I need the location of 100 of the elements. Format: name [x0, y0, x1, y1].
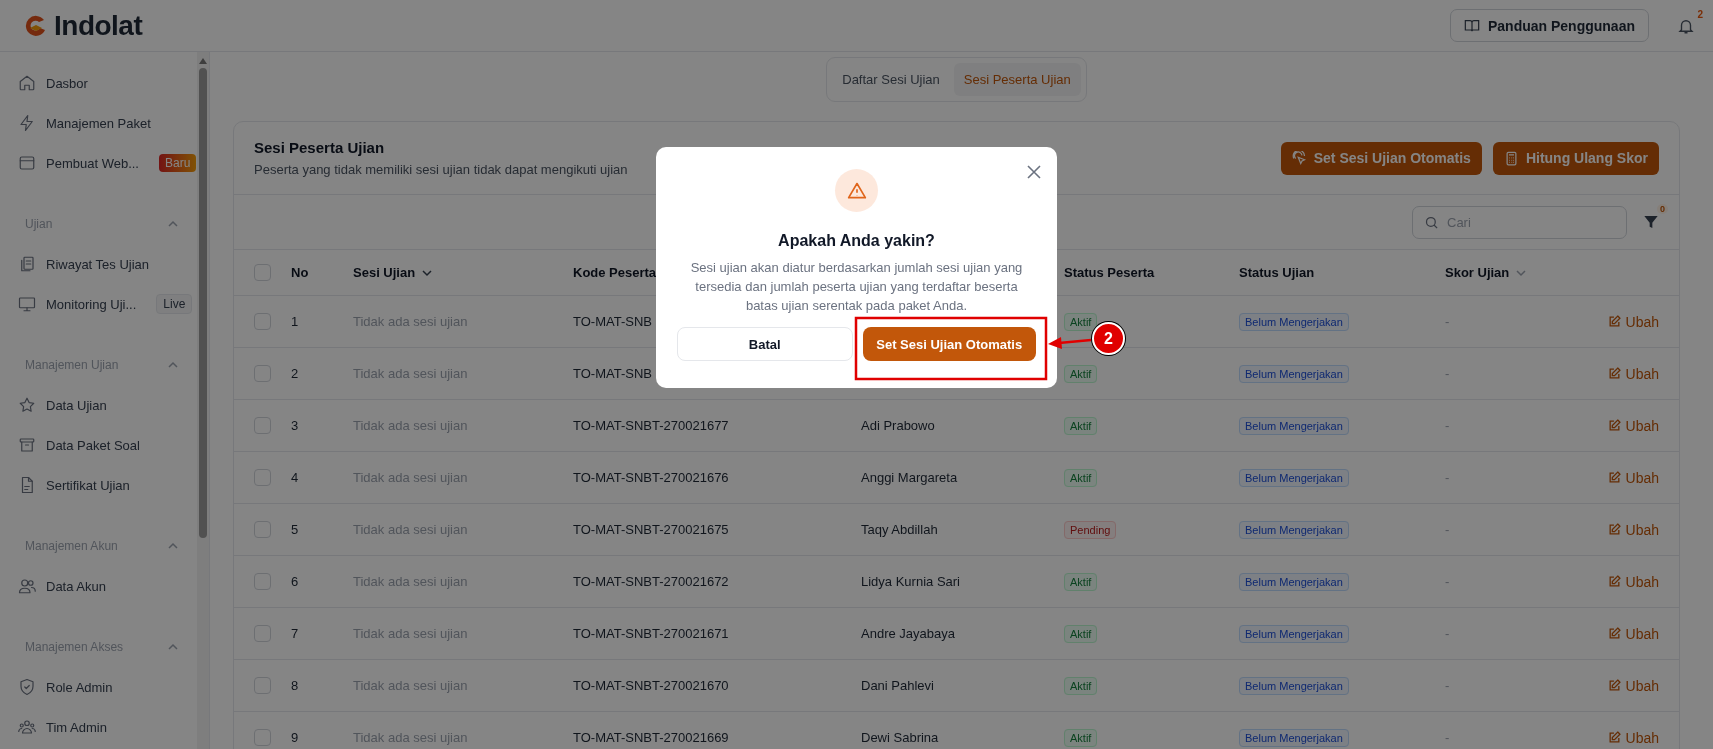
filter-icon[interactable]	[1643, 214, 1659, 230]
table-cell: Dewi Sabrina	[861, 730, 939, 745]
archive-box-icon	[18, 436, 36, 454]
status-badge: Aktif	[1064, 573, 1098, 591]
close-icon[interactable]	[1027, 165, 1041, 179]
table-cell: TO-MAT-SNBT-270021670	[573, 678, 729, 693]
edit-icon	[1607, 731, 1621, 744]
notification-count: 2	[1697, 8, 1703, 20]
edit-link[interactable]: Ubah	[1607, 313, 1659, 330]
select-all-checkbox[interactable]	[254, 264, 271, 282]
table-cell: Dani Pahlevi	[861, 678, 934, 693]
tab[interactable]: Daftar Sesi Ujian	[832, 63, 950, 96]
table-cell: 9	[291, 730, 299, 745]
edit-link[interactable]: Ubah	[1607, 521, 1659, 538]
calculator-icon	[1503, 150, 1519, 166]
table-cell: TO-MAT-SNBT-270021677	[573, 418, 729, 433]
row-checkbox[interactable]	[254, 521, 271, 539]
edit-link[interactable]: Ubah	[1607, 729, 1659, 746]
column-header[interactable]: Sesi Ujian	[353, 265, 416, 280]
table-cell: -	[1445, 470, 1450, 485]
guide-button[interactable]: Panduan Penggunaan	[1450, 9, 1649, 42]
sidebar-item[interactable]: Data Akun	[46, 578, 106, 594]
edit-icon	[1607, 315, 1621, 328]
edit-link[interactable]: Ubah	[1607, 365, 1659, 382]
status-badge: Belum Mengerjakan	[1239, 365, 1349, 383]
table-cell: 5	[291, 522, 299, 537]
scroll-up-icon[interactable]	[199, 58, 207, 64]
table-cell: -	[1445, 678, 1450, 693]
row-checkbox[interactable]	[254, 677, 271, 695]
cancel-button[interactable]: Batal	[677, 327, 853, 361]
logo-icon	[24, 13, 48, 38]
edit-icon	[1607, 627, 1621, 640]
table-cell: 8	[291, 678, 299, 693]
table-cell: Adi Prabowo	[861, 418, 935, 433]
sidebar-item[interactable]: Riwayat Tes Ujian	[46, 256, 150, 272]
status-badge: Aktif	[1064, 625, 1098, 643]
status-badge: Belum Mengerjakan	[1239, 573, 1349, 591]
tab[interactable]: Sesi Peserta Ujian	[953, 63, 1081, 96]
row-checkbox[interactable]	[254, 729, 271, 747]
sidebar-item[interactable]: Monitoring Uji...	[46, 296, 137, 312]
table-cell: -	[1445, 522, 1450, 537]
new-badge: Baru	[159, 154, 197, 172]
card-subtitle: Peserta yang tidak memiliki sesi ujian tidak dapat mengikuti ujian	[254, 162, 628, 177]
status-badge: Live	[156, 294, 193, 314]
table-cell: TO-MAT-SNB	[573, 314, 652, 329]
sidebar-item[interactable]: Pembuat Web...	[46, 155, 139, 171]
edit-link[interactable]: Ubah	[1607, 417, 1659, 434]
table-cell: TO-MAT-SNBT-270021676	[573, 470, 729, 485]
pointer-tap-icon	[1291, 150, 1307, 166]
team-icon	[18, 718, 36, 736]
row-checkbox[interactable]	[254, 625, 271, 643]
browser-window-icon	[18, 154, 36, 172]
table-cell: -	[1445, 574, 1450, 589]
sidebar-item[interactable]: Role Admin	[46, 679, 113, 695]
shield-check-icon	[18, 678, 36, 696]
table-cell: TO-MAT-SNBT-270021672	[573, 574, 729, 589]
row-checkbox[interactable]	[254, 469, 271, 487]
table-cell: Lidya Kurnia Sari	[861, 574, 960, 589]
table-cell: -	[1445, 366, 1450, 381]
row-checkbox[interactable]	[254, 417, 271, 435]
status-badge: Belum Mengerjakan	[1239, 313, 1349, 331]
star-icon	[18, 396, 36, 414]
logo-text: Indolat	[54, 9, 143, 42]
edit-link[interactable]: Ubah	[1607, 625, 1659, 642]
column-header: Status Ujian	[1239, 265, 1315, 280]
column-header[interactable]: Skor Ujian	[1445, 265, 1510, 280]
column-header: No	[291, 265, 309, 280]
confirm-button[interactable]: Set Sesi Ujian Otomatis	[862, 327, 1036, 361]
sidebar-item[interactable]: Data Paket Soal	[46, 437, 140, 453]
sidebar-item[interactable]: Data Ujian	[46, 397, 107, 413]
table-cell: -	[1445, 418, 1450, 433]
table-cell: TO-MAT-SNBT-270021671	[573, 626, 729, 641]
callout-arrow	[1048, 337, 1092, 349]
monitor-icon	[18, 295, 36, 313]
scrollbar[interactable]	[197, 52, 209, 749]
table-cell: Taqy Abdillah	[861, 522, 938, 537]
users-icon	[18, 577, 36, 595]
lightning-icon	[18, 114, 36, 132]
row-checkbox[interactable]	[254, 573, 271, 591]
recalculate-button[interactable]: Hitung Ulang Skor	[1492, 141, 1659, 175]
status-badge: Aktif	[1064, 469, 1098, 487]
edit-icon	[1607, 367, 1621, 380]
row-checkbox[interactable]	[254, 313, 271, 331]
sidebar-item[interactable]: Dasbor	[46, 75, 88, 91]
edit-link[interactable]: Ubah	[1607, 677, 1659, 694]
filter-count: 0	[1657, 204, 1668, 214]
table-cell: 1	[291, 314, 299, 329]
edit-link[interactable]: Ubah	[1607, 573, 1659, 590]
sidebar-item[interactable]: Tim Admin	[46, 719, 107, 735]
edit-icon	[1607, 419, 1621, 432]
status-badge: Aktif	[1064, 729, 1098, 747]
status-badge: Belum Mengerjakan	[1239, 677, 1349, 695]
edit-icon	[1607, 471, 1621, 484]
clipboard-icon	[18, 255, 36, 273]
column-header: Kode Peserta	[573, 265, 657, 280]
auto-session-button[interactable]: Set Sesi Ujian Otomatis	[1280, 141, 1482, 175]
row-checkbox[interactable]	[254, 365, 271, 383]
edit-link[interactable]: Ubah	[1607, 469, 1659, 486]
sidebar-item[interactable]: Sertifikat Ujian	[46, 477, 130, 493]
sidebar-item[interactable]: Manajemen Paket	[46, 115, 151, 131]
